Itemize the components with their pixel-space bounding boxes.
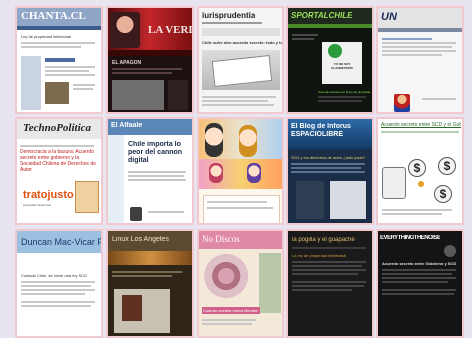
post-title: Chile sufre otro acuerdo secreto: todo y…	[202, 40, 282, 45]
campaign-badge: YO NO SOY CLANDESTINO	[331, 62, 353, 70]
post-title: SCD y los derechos de autor ¿todo justo?	[291, 155, 366, 160]
blog-tile-linux-la[interactable]: Linux Los Angeles	[106, 229, 194, 338]
blog-title: TechnoPolitica	[23, 122, 92, 134]
post-title: EL APAGON	[112, 60, 142, 66]
blog-title: CHANTA.CL	[21, 10, 86, 22]
blog-tile-un[interactable]: UN	[376, 6, 464, 114]
blog-title: No Discos	[202, 234, 240, 244]
post-title: Chile importa lo peor del cannon digital	[128, 141, 183, 164]
blog-title: Acuerdo secreto entre SCD y el Gobierno	[381, 122, 461, 128]
blog-tile-technopolitica[interactable]: TechnoPolitica Democracia a la basura: A…	[15, 117, 103, 225]
post-title: Cuando vuestra nueva libertad	[202, 307, 260, 314]
blog-title: iurisprudentia	[202, 11, 256, 20]
blog-tile-sportalchile[interactable]: SPORTALCHILE YO NO SOY CLANDESTINO Acuer…	[286, 6, 374, 114]
blog-tile-anime[interactable]	[197, 117, 284, 225]
blog-tile-no-discos[interactable]: No Discos Cuando vuestra nueva libertad	[197, 229, 284, 338]
blog-tile-everythingthenoise[interactable]: EVERYTHINGTHENOISE Acuerdo secreto entre…	[376, 229, 464, 338]
blog-tile-espaciolibre[interactable]: El Blog de Inforus ESPACIOLIBRE SCD y lo…	[286, 117, 374, 225]
blog-tile-pogilla[interactable]: la pogilla y el guapache La ley de propi…	[286, 229, 374, 338]
blog-tile-iurisprudentia[interactable]: iurisprudentia Chile sufre otro acuerdo …	[197, 6, 284, 114]
blog-title: SPORTALCHILE	[291, 11, 353, 20]
campaign-logo: tratojusto	[23, 189, 74, 201]
blog-title: Linux Los Angeles	[112, 236, 169, 243]
blog-title: LA VERDAD	[148, 24, 192, 36]
blog-title: Duncan Mac-Vicar P.	[21, 237, 101, 247]
blog-tile-la-verdad[interactable]: LA VERDAD EL APAGON	[106, 6, 194, 114]
post-title: Cuidado Chile, se viene otra ley SCD	[21, 273, 88, 278]
campaign-logo-sub: propiedad intelectual	[23, 203, 51, 207]
blog-tile-el-alfaale[interactable]: El Alfaale Chile importa lo peor del can…	[106, 117, 194, 225]
blog-title: El Alfaale	[111, 122, 143, 129]
blog-tile-chanta[interactable]: CHANTA.CL Ley de propiedad intelectual	[15, 6, 103, 114]
post-title: La ley de propiedad intelectual	[292, 253, 347, 258]
post-title: Acuerdo secreto entre Gobierno y SCD	[382, 261, 457, 266]
blog-title: la pogilla y el guapache	[292, 237, 355, 243]
post-title: Democracia a la basura: Acuerdo secreto …	[20, 149, 96, 173]
blog-tile-scd-acuerdo[interactable]: Acuerdo secreto entre SCD y el Gobierno …	[376, 117, 464, 225]
blog-title: El Blog de Inforus ESPACIOLIBRE	[291, 123, 351, 138]
blog-title: EVERYTHINGTHENOISE	[380, 235, 441, 241]
dollar-sign-icon: $	[434, 185, 452, 203]
dollar-sign-icon: $	[438, 157, 456, 175]
blog-screenshot-grid: CHANTA.CL Ley de propiedad intelectual L…	[0, 0, 472, 338]
blog-logo-icon	[444, 245, 456, 257]
post-title: Acuerdo secreto por la ley de propiedad	[318, 90, 370, 94]
dollar-sign-icon: $	[408, 159, 426, 177]
blog-tile-duncan[interactable]: Duncan Mac-Vicar P. Cuidado Chile, se vi…	[15, 229, 103, 338]
post-title: Ley de propiedad intelectual	[21, 34, 72, 39]
blog-title: UN	[381, 11, 397, 23]
